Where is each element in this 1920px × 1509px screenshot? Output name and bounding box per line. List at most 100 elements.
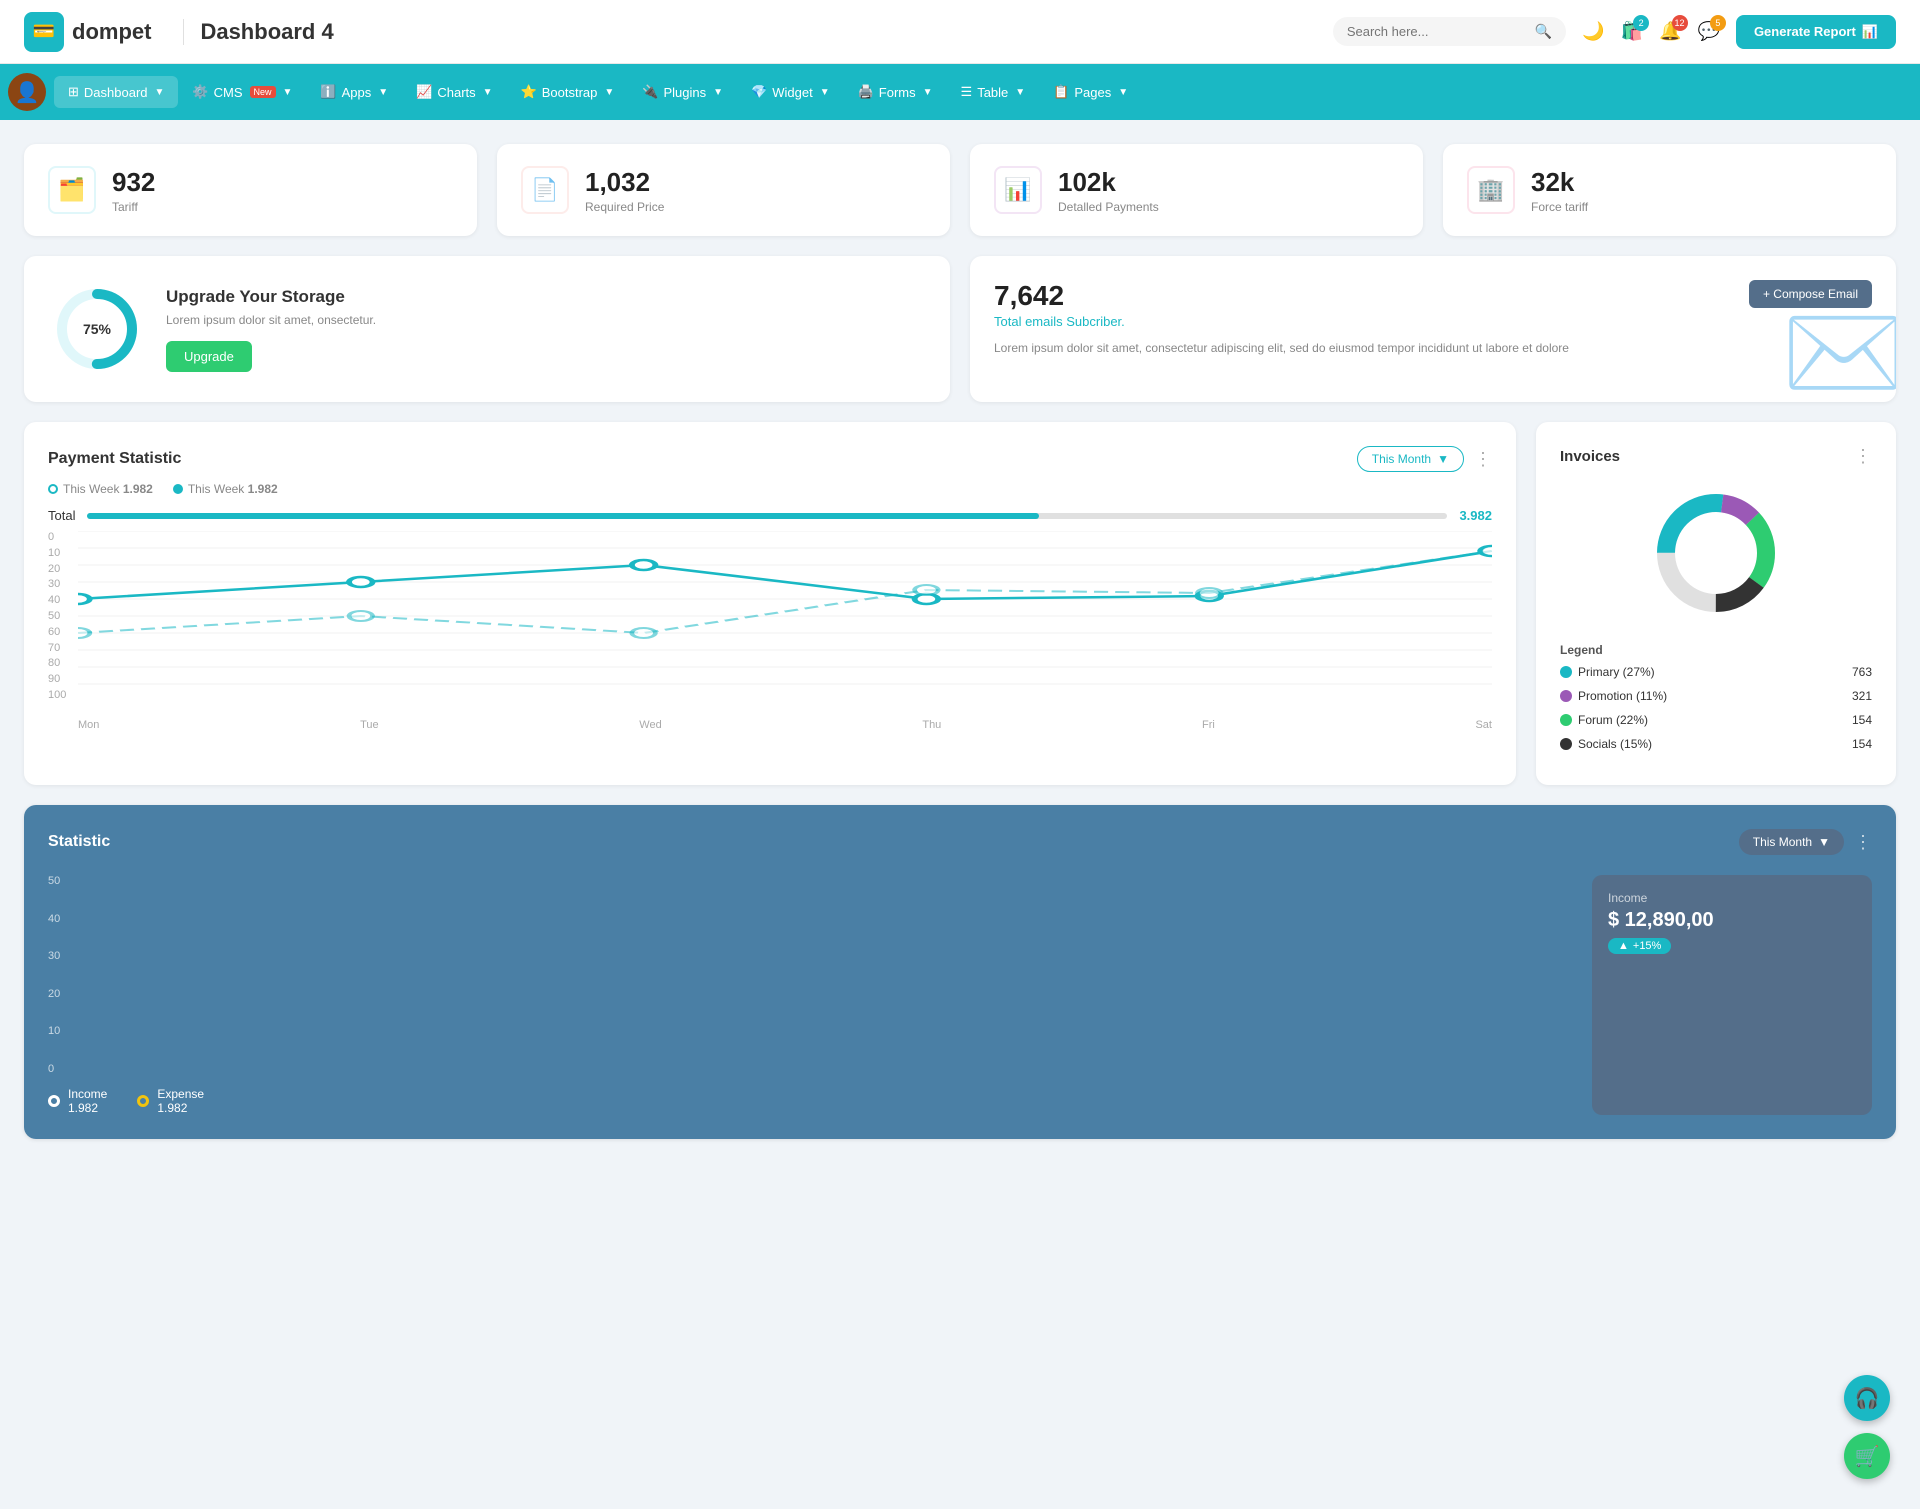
nav-item-cms[interactable]: ⚙️ CMS New ▼ <box>178 76 306 108</box>
income-legend-dot <box>48 1095 60 1107</box>
email-card: 7,642 Total emails Subcriber. + Compose … <box>970 256 1896 402</box>
plugins-arrow: ▼ <box>713 87 723 98</box>
line-chart-svg-wrap <box>78 531 1492 701</box>
stat-card-payments: 📊 102k Detalled Payments <box>970 144 1423 236</box>
total-bar-wrap: Total 3.982 <box>48 508 1492 523</box>
statistic-body: 01020304050 <box>48 875 1872 1115</box>
total-bar <box>87 513 1447 519</box>
invoices-donut <box>1560 483 1872 623</box>
expense-legend-dot <box>137 1095 149 1107</box>
nav-item-charts[interactable]: 📈 Charts ▼ <box>402 76 506 108</box>
storage-card: 75% Upgrade Your Storage Lorem ipsum dol… <box>24 256 950 402</box>
search-input[interactable] <box>1347 24 1527 39</box>
statistic-menu-button[interactable]: ⋮ <box>1854 832 1872 853</box>
primary-label: Primary (27%) <box>1578 665 1655 679</box>
moon-icon[interactable]: 🌙 <box>1582 21 1604 42</box>
stat-card-tariff: 🗂️ 932 Tariff <box>24 144 477 236</box>
invoices-menu-button[interactable]: ⋮ <box>1854 446 1872 467</box>
email-info: 7,642 Total emails Subcriber. <box>994 280 1125 329</box>
promotion-value: 321 <box>1852 689 1872 703</box>
primary-color <box>1560 666 1572 678</box>
price-icon: 📄 <box>521 166 569 214</box>
nav-item-pages[interactable]: 📋 Pages ▼ <box>1039 76 1142 108</box>
bootstrap-arrow: ▼ <box>604 87 614 98</box>
search-bar[interactable]: 🔍 <box>1333 17 1566 46</box>
storage-donut: 75% <box>52 284 142 374</box>
line-chart-area: 10090807060 50403020100 <box>48 531 1492 731</box>
forum-value: 154 <box>1852 713 1872 727</box>
upgrade-button[interactable]: Upgrade <box>166 341 252 372</box>
stat-card-force: 🏢 32k Force tariff <box>1443 144 1896 236</box>
charts-icon: 📈 <box>416 84 432 100</box>
nav-item-bootstrap[interactable]: ⭐ Bootstrap ▼ <box>507 76 629 108</box>
invoices-header: Invoices ⋮ <box>1560 446 1872 467</box>
generate-report-button[interactable]: Generate Report 📊 <box>1736 15 1896 49</box>
payment-filter-button[interactable]: This Month ▼ <box>1357 446 1464 472</box>
invoices-card: Invoices ⋮ Lege <box>1536 422 1896 785</box>
bell-icon-wrap[interactable]: 🔔 12 <box>1659 21 1681 42</box>
income-change: ▲ +15% <box>1608 938 1671 954</box>
search-icon[interactable]: 🔍 <box>1535 23 1552 40</box>
nav-item-forms[interactable]: 🖨️ Forms ▼ <box>844 76 947 108</box>
table-icon: ☰ <box>961 84 973 100</box>
nav-item-dashboard[interactable]: ⊞ Dashboard ▼ <box>54 76 178 108</box>
shop-badge: 2 <box>1633 15 1649 31</box>
email-bg-icon: ✉️ <box>1781 295 1896 402</box>
stat-cards-row: 🗂️ 932 Tariff 📄 1,032 Required Price 📊 1… <box>24 144 1896 236</box>
panel-value: $ 12,890,00 <box>1608 909 1856 932</box>
widget-icon: 💎 <box>751 84 767 100</box>
invoice-legend-socials: Socials (15%) 154 <box>1560 737 1872 751</box>
charts-arrow: ▼ <box>483 87 493 98</box>
email-count: 7,642 <box>994 280 1125 312</box>
stat-info-price: 1,032 Required Price <box>585 167 664 214</box>
chart-y-labels: 10090807060 50403020100 <box>48 531 78 701</box>
apps-arrow: ▼ <box>378 87 388 98</box>
nav-item-widget[interactable]: 💎 Widget ▼ <box>737 76 844 108</box>
statistic-card: Statistic This Month ▼ ⋮ 01020304050 <box>24 805 1896 1139</box>
socials-color <box>1560 738 1572 750</box>
page-title: Dashboard 4 <box>183 19 333 45</box>
tariff-icon: 🗂️ <box>48 166 96 214</box>
invoice-legend-promotion: Promotion (11%) 321 <box>1560 689 1872 703</box>
legend-dot-1 <box>48 484 58 494</box>
mid-row: 75% Upgrade Your Storage Lorem ipsum dol… <box>24 256 1896 402</box>
expense-legend-label: Expense <box>157 1087 204 1101</box>
stat-card-price: 📄 1,032 Required Price <box>497 144 950 236</box>
payment-menu-button[interactable]: ⋮ <box>1474 449 1492 470</box>
payment-left: Payment Statistic <box>48 450 181 468</box>
email-desc: Lorem ipsum dolor sit amet, consectetur … <box>994 339 1872 358</box>
cart-fab[interactable]: 🛒 <box>1844 1433 1890 1479</box>
legend-name-forum: Forum (22%) <box>1560 713 1648 727</box>
stat-info-payments: 102k Detalled Payments <box>1058 167 1159 214</box>
expense-legend-val: 1.982 <box>157 1101 204 1115</box>
force-label: Force tariff <box>1531 200 1588 214</box>
nav-item-table[interactable]: ☰ Table ▼ <box>947 76 1040 108</box>
stat-info-force: 32k Force tariff <box>1531 167 1588 214</box>
nav-label-table: Table <box>977 85 1008 100</box>
up-arrow-icon: ▲ <box>1618 940 1629 952</box>
price-value: 1,032 <box>585 167 664 198</box>
header: 💳 dompet Dashboard 4 🔍 🌙 🛍️ 2 🔔 12 💬 5 G… <box>0 0 1920 64</box>
force-value: 32k <box>1531 167 1588 198</box>
invoices-title: Invoices <box>1560 448 1620 465</box>
payments-label: Detalled Payments <box>1058 200 1159 214</box>
dashboard-icon: ⊞ <box>68 84 79 100</box>
expense-legend: Expense 1.982 <box>137 1087 204 1115</box>
report-icon: 📊 <box>1862 24 1878 40</box>
statistic-filter-button[interactable]: This Month ▼ <box>1739 829 1844 855</box>
shop-icon-wrap[interactable]: 🛍️ 2 <box>1621 21 1643 42</box>
email-sub: Total emails Subcriber. <box>994 314 1125 329</box>
nav-label-apps: Apps <box>342 85 372 100</box>
support-fab[interactable]: 🎧 <box>1844 1375 1890 1421</box>
nav-item-plugins[interactable]: 🔌 Plugins ▼ <box>628 76 737 108</box>
widget-arrow: ▼ <box>820 87 830 98</box>
legend-week2-val: 1.982 <box>248 482 278 496</box>
cms-arrow: ▼ <box>283 87 293 98</box>
nav-item-apps[interactable]: ℹ️ Apps ▼ <box>306 76 402 108</box>
cms-new-badge: New <box>250 86 276 98</box>
promotion-color <box>1560 690 1572 702</box>
chat-icon-wrap[interactable]: 💬 5 <box>1698 21 1720 42</box>
plugins-icon: 🔌 <box>642 84 658 100</box>
storage-percent-label: 75% <box>83 321 111 337</box>
income-legend-label: Income <box>68 1087 107 1101</box>
